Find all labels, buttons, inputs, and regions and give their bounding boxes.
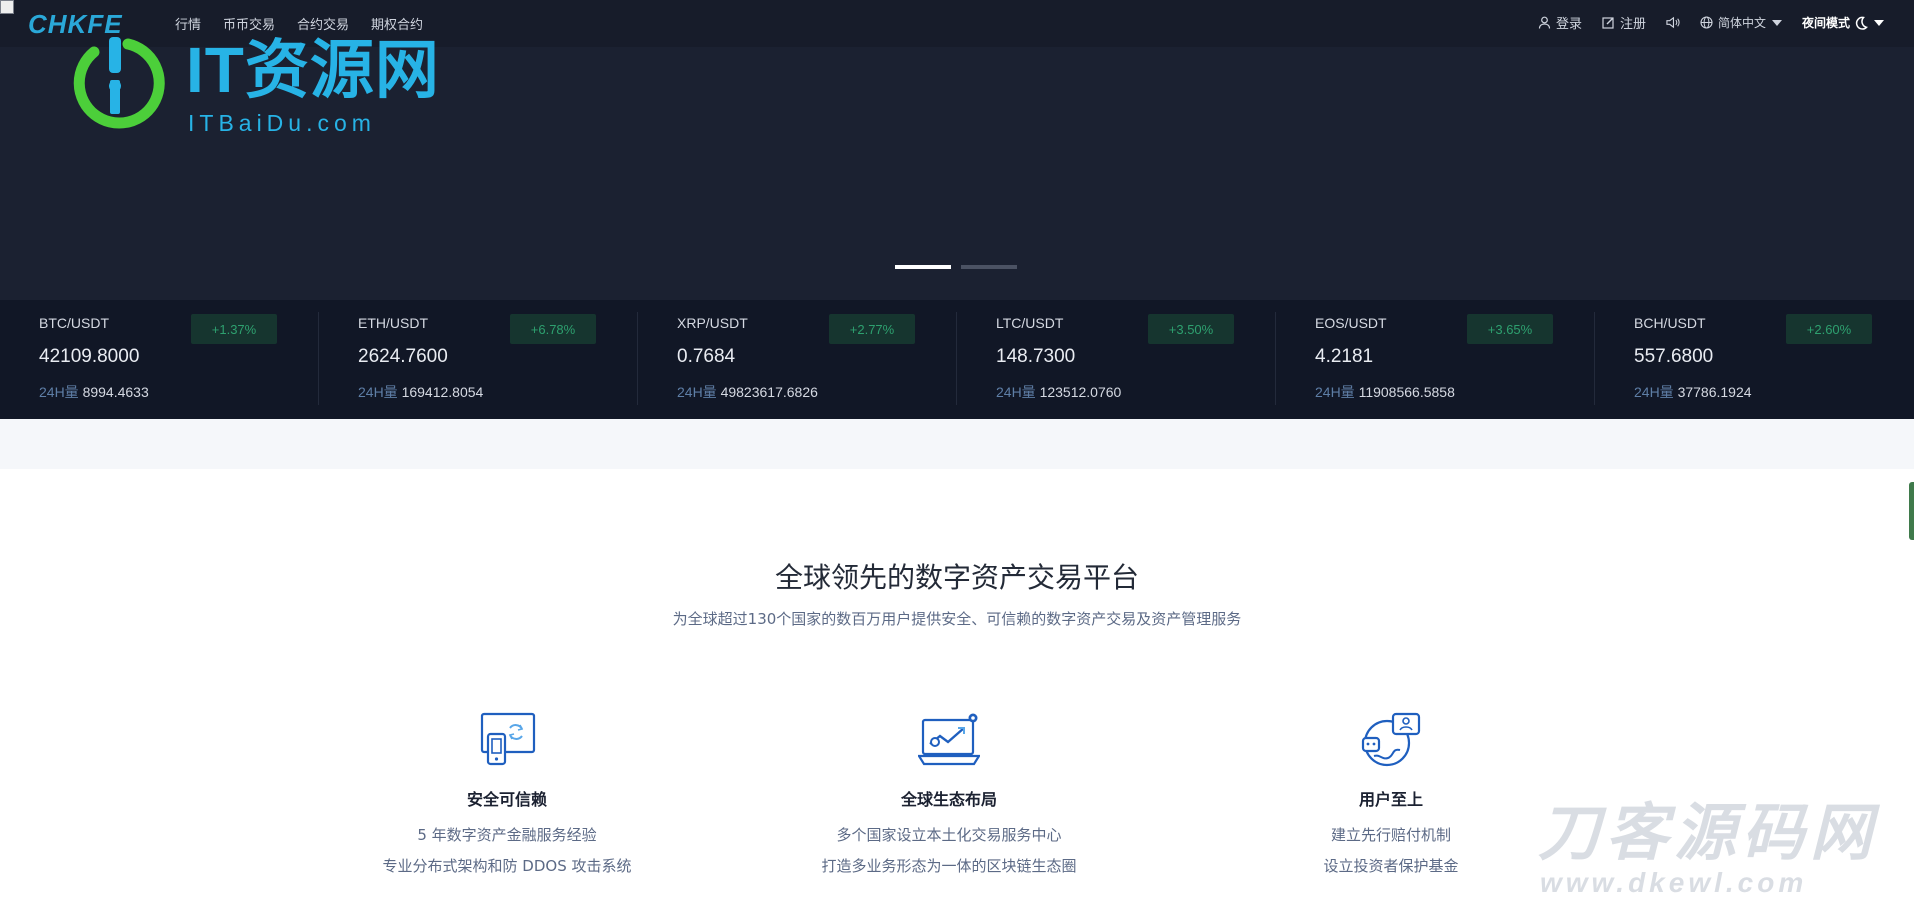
feature-line: 打造多业务形态为一体的区块链生态圈 [821,857,1077,875]
header-actions: 登录 注册 简体中文 夜间模式 [1538,13,1884,32]
secure-device-icon [480,712,536,766]
ticker-price: 2624.7600 [358,346,448,367]
ticker-item[interactable]: BTC/USDT +1.37% 42109.8000 24H量 8994.463… [0,300,319,419]
ticker-pair: XRP/USDT [677,315,748,331]
ticker-volume-label: 24H量 [39,384,79,400]
ticker-item[interactable]: XRP/USDT +2.77% 0.7684 24H量 49823617.682… [638,300,957,419]
intro-subtitle: 为全球超过130个国家的数百万用户提供安全、可信赖的数字资产交易及资产管理服务 [672,610,1242,628]
nav-market[interactable]: 行情 [175,14,201,33]
broken-image-icon [0,0,14,14]
ticker-price: 557.6800 [1634,346,1714,367]
caret-down-icon [1771,19,1782,26]
ticker-item[interactable]: ETH/USDT +6.78% 2624.7600 24H量 169412.80… [319,300,638,419]
ticker-pair: BTC/USDT [39,315,109,331]
global-chart-icon [918,713,980,766]
ticker-pair: EOS/USDT [1315,315,1387,331]
moon-icon [1854,16,1868,30]
login-link[interactable]: 登录 [1538,13,1582,32]
scrollbar-thumb[interactable] [1909,482,1914,540]
ticker-price: 42109.8000 [39,346,140,367]
edit-icon [1602,16,1616,30]
nav-spot-trading[interactable]: 币币交易 [223,14,275,33]
ticker-pair: LTC/USDT [996,315,1064,331]
feature-line: 专业分布式架构和防 DDOS 攻击系统 [382,857,632,875]
main-nav: 行情 币币交易 合约交易 期权合约 [175,14,423,33]
register-label: 注册 [1619,17,1646,32]
notice-strip [0,419,1914,469]
intro-title: 全球领先的数字资产交易平台 [774,561,1139,594]
feature-title: 全球生态布局 [900,790,997,809]
night-mode-label: 夜间模式 [1801,16,1850,30]
ticker-volume: 37786.1924 [1677,384,1752,400]
ticker-volume-label: 24H量 [996,384,1036,400]
register-link[interactable]: 注册 [1602,13,1646,32]
ticker-change-badge: +1.37% [191,314,277,344]
footer-watermark-subtitle: www.dkewl.com [1540,867,1808,898]
watermark-title: IT资源网 [186,34,440,106]
watermark-subtitle: ITBaiDu.com [188,110,376,136]
ticker-volume: 49823617.6826 [720,384,818,400]
night-mode-toggle[interactable]: 夜间模式 [1802,14,1884,31]
language-label: 简体中文 [1717,16,1766,30]
ticker-volume: 169412.8054 [401,384,484,400]
market-ticker: BTC/USDT +1.37% 42109.8000 24H量 8994.463… [0,300,1914,419]
footer-watermark-title: 刀客源码网 [1538,796,1879,869]
ticker-change-badge: +2.60% [1786,314,1872,344]
nav-contract-trading[interactable]: 合约交易 [297,14,349,33]
feature-card: 全球生态布局 多个国家设立本土化交易服务中心 打造多业务形态为一体的区块链生态圈 [739,712,1159,876]
feature-line: 多个国家设立本土化交易服务中心 [836,826,1062,844]
sound-toggle[interactable] [1666,16,1680,30]
ticker-item[interactable]: EOS/USDT +3.65% 4.2181 24H量 11908566.585… [1276,300,1595,419]
ticker-change-badge: +3.65% [1467,314,1553,344]
nav-options[interactable]: 期权合约 [371,14,423,33]
ticker-volume-label: 24H量 [1634,384,1674,400]
carousel-indicators [895,265,1017,269]
ticker-volume-label: 24H量 [677,384,717,400]
ticker-item[interactable]: BCH/USDT +2.60% 557.6800 24H量 37786.1924 [1595,300,1914,419]
user-icon [1538,16,1552,30]
ticker-volume: 123512.0760 [1039,384,1122,400]
watermark-logo-icon [73,37,165,129]
feature-card: 安全可信赖 5 年数字资产金融服务经验 专业分布式架构和防 DDOS 攻击系统 [297,712,717,876]
ticker-volume: 11908566.5858 [1358,384,1455,400]
feature-line: 5 年数字资产金融服务经验 [417,826,597,844]
globe-icon [1700,16,1714,30]
ticker-price: 0.7684 [677,346,736,367]
ticker-change-badge: +6.78% [510,314,596,344]
ticker-price: 4.2181 [1315,346,1374,367]
ticker-item[interactable]: LTC/USDT +3.50% 148.7300 24H量 123512.076… [957,300,1276,419]
ticker-price: 148.7300 [996,346,1076,367]
carousel-dot[interactable] [895,265,951,269]
ticker-volume: 8994.4633 [82,384,149,400]
carousel-dot[interactable] [961,265,1017,269]
speaker-icon [1666,16,1680,30]
user-support-icon [1361,712,1421,767]
ticker-pair: BCH/USDT [1634,315,1706,331]
login-label: 登录 [1555,17,1582,32]
caret-down-icon [1874,19,1884,26]
hero-banner: CHKFE 行情 币币交易 合约交易 期权合约 登录 注册 简体中文 夜间模式 … [0,0,1914,300]
ticker-change-badge: +3.50% [1148,314,1234,344]
feature-title: 安全可信赖 [466,790,547,809]
ticker-volume-label: 24H量 [358,384,398,400]
ticker-change-badge: +2.77% [829,314,915,344]
ticker-volume-label: 24H量 [1315,384,1355,400]
language-selector[interactable]: 简体中文 [1700,14,1782,31]
ticker-pair: ETH/USDT [358,315,428,331]
